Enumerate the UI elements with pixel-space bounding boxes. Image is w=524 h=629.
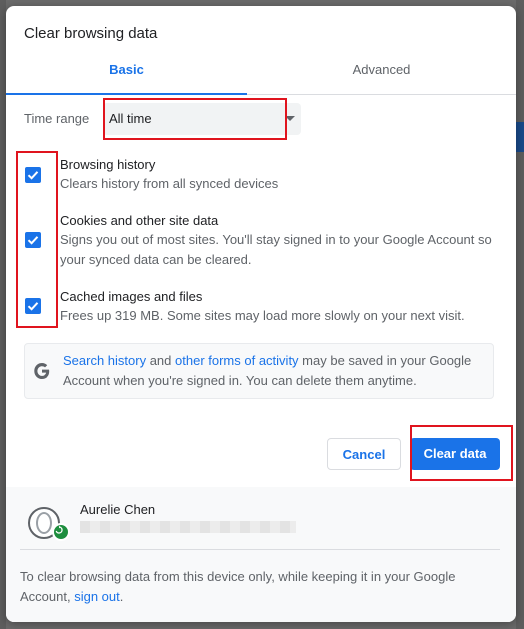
tab-bar: Basic Advanced [6, 58, 516, 95]
browsing-history-title: Browsing history [60, 157, 156, 172]
clear-browsing-data-dialog: Clear browsing data Basic Advanced Time … [6, 6, 516, 622]
dialog-title: Clear browsing data [24, 25, 158, 42]
tab-basic[interactable]: Basic [6, 58, 247, 95]
cookies-description: Signs you out of most sites. You'll stay… [60, 232, 492, 267]
sync-icon [52, 523, 70, 541]
backdrop-right [516, 0, 524, 629]
google-notice-text: Search history and other forms of activi… [63, 351, 483, 391]
cached-images-title: Cached images and files [60, 289, 203, 304]
cookies-title: Cookies and other site data [60, 213, 219, 228]
notice-connector: and [146, 353, 176, 368]
sign-out-notice: To clear browsing data from this device … [20, 567, 490, 607]
account-section: Aurelie Chen To clear browsing data from… [6, 487, 516, 622]
google-g-icon [34, 363, 50, 379]
highlight-clear-button [410, 425, 513, 481]
backdrop-button-edge [516, 122, 524, 152]
other-activity-link[interactable]: other forms of activity [175, 353, 299, 368]
highlight-time-range [103, 98, 287, 140]
highlight-checkboxes [16, 151, 58, 328]
search-history-link[interactable]: Search history [63, 353, 146, 368]
google-activity-notice: Search history and other forms of activi… [24, 343, 494, 399]
tab-advanced[interactable]: Advanced [247, 58, 516, 94]
sync-arrows-icon [55, 525, 63, 534]
footer-end: . [119, 589, 124, 604]
cached-images-description: Frees up 319 MB. Some sites may load mor… [60, 308, 465, 323]
account-email-redacted [80, 521, 296, 533]
divider [20, 549, 500, 550]
sign-out-link[interactable]: sign out [74, 589, 120, 604]
account-name: Aurelie Chen [80, 502, 156, 517]
cancel-button[interactable]: Cancel [327, 438, 401, 470]
avatar-graphic [36, 512, 52, 534]
time-range-label: Time range [24, 111, 90, 126]
browsing-history-description: Clears history from all synced devices [60, 176, 279, 191]
